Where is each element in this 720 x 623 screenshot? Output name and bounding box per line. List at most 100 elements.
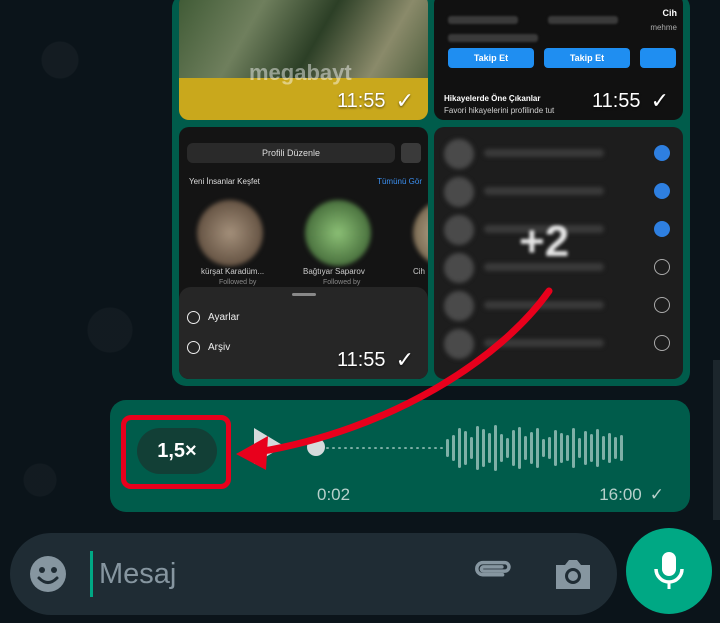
waveform-bar	[344, 447, 347, 449]
waveform-bar	[560, 433, 563, 463]
list-item	[444, 139, 676, 169]
waveform-bar	[440, 447, 443, 449]
gear-icon	[187, 311, 200, 324]
waveform-bar	[596, 429, 599, 467]
menu-item-archive: Arşiv	[187, 341, 230, 354]
waveform[interactable]	[326, 420, 623, 476]
edit-profile-button: Profili Düzenle	[187, 143, 395, 163]
followed-by: Followed by	[323, 279, 361, 286]
discover-label: Yeni İnsanlar Keşfet	[189, 177, 260, 186]
follow-buttons: Takip Et Takip Et	[448, 48, 683, 68]
waveform-bar	[350, 447, 353, 449]
waveform-bar	[422, 447, 425, 449]
seek-handle[interactable]	[307, 438, 325, 456]
waveform-bar	[476, 426, 479, 470]
voice-message[interactable]: 1,5× 0:02 16:00 ✓	[110, 400, 690, 512]
album-more-photos[interactable]: +2	[434, 127, 683, 379]
sent-tick-icon: ✓	[649, 485, 664, 504]
waveform-bar	[362, 447, 365, 449]
waveform-bar	[494, 425, 497, 471]
waveform-bar	[602, 436, 605, 460]
waveform-bar	[590, 434, 593, 462]
mic-icon	[654, 552, 684, 589]
waveform-bar	[356, 447, 359, 449]
waveform-bar	[410, 447, 413, 449]
waveform-bar	[464, 431, 467, 465]
waveform-bar	[488, 433, 491, 463]
waveform-bar	[572, 428, 575, 468]
sheet-handle	[292, 293, 316, 296]
waveform-bar	[620, 435, 623, 461]
waveform-bar	[470, 437, 473, 459]
text-cursor	[90, 551, 93, 597]
list-item	[444, 291, 676, 321]
followed-by: Followed by	[219, 279, 257, 286]
waveform-bar	[566, 435, 569, 461]
suggestion-name: Bağtıyar Saparov	[303, 267, 365, 276]
blurred-name	[548, 16, 618, 24]
camera-icon[interactable]	[552, 553, 594, 595]
blurred-name	[448, 16, 518, 24]
album-photo-2[interactable]: Cih mehme Takip Et Takip Et Hikayelerde …	[434, 0, 683, 120]
waveform-bar	[506, 438, 509, 458]
waveform-bar	[518, 427, 521, 469]
list-item	[444, 329, 676, 359]
more-count: +2	[519, 217, 570, 266]
paperclip-icon[interactable]	[472, 553, 512, 595]
waveform-bar	[548, 437, 551, 459]
check-icon	[654, 183, 670, 199]
waveform-bar	[398, 447, 401, 449]
waveform-bar	[542, 439, 545, 457]
waveform-bar	[374, 447, 377, 449]
waveform-bar	[368, 447, 371, 449]
blurred-name	[448, 34, 538, 42]
waveform-bar	[500, 434, 503, 462]
mic-button[interactable]	[626, 528, 712, 614]
suggestion-name: Cih	[662, 8, 678, 18]
message-time: 11:55 ✓	[336, 347, 414, 372]
album-photo-1[interactable]: megabayt 11:55 ✓	[179, 0, 428, 120]
circle-icon	[654, 335, 670, 351]
waveform-bar	[584, 431, 587, 465]
waveform-bar	[380, 447, 383, 449]
waveform-bar	[452, 435, 455, 461]
waveform-bar	[446, 439, 449, 457]
waveform-bar	[338, 447, 341, 449]
suggestion-name: kürşat Karadüm...	[201, 267, 265, 276]
scrollbar[interactable]	[713, 360, 720, 520]
see-all-link: Tümünü Gör	[377, 177, 422, 186]
waveform-bar	[326, 447, 329, 449]
waveform-bar	[386, 447, 389, 449]
menu-item-settings: Ayarlar	[187, 311, 240, 324]
waveform-bar	[554, 430, 557, 466]
waveform-bar	[530, 432, 533, 464]
waveform-bar	[482, 429, 485, 467]
album-photo-3[interactable]: Profili Düzenle Yeni İnsanlar Keşfet Tüm…	[179, 127, 428, 379]
waveform-bar	[392, 447, 395, 449]
message-time: 11:55 ✓	[336, 88, 414, 113]
message-input[interactable]	[99, 551, 399, 597]
waveform-bar	[536, 428, 539, 468]
suggestion-avatar	[413, 200, 428, 266]
waveform-bar	[428, 447, 431, 449]
suggestion-avatar	[305, 200, 371, 266]
follow-button: Takip Et	[544, 48, 630, 68]
emoji-icon[interactable]	[28, 554, 68, 594]
play-icon[interactable]	[248, 424, 288, 468]
history-icon	[187, 341, 200, 354]
check-icon	[654, 145, 670, 161]
follow-button-partial	[640, 48, 676, 68]
playback-speed-button[interactable]: 1,5×	[137, 428, 217, 474]
elapsed-time: 0:02	[317, 485, 351, 504]
waveform-bar	[434, 447, 437, 449]
waveform-bar	[512, 430, 515, 466]
highlights-subtitle: Favori hikayelerini profilinde tut	[444, 106, 555, 115]
waveform-bar	[458, 428, 461, 468]
waveform-bar	[332, 447, 335, 449]
message-time: 16:00 ✓	[599, 485, 664, 504]
waveform-bar	[578, 438, 581, 458]
read-tick-icon: ✓	[650, 88, 669, 113]
waveform-bar	[404, 447, 407, 449]
suggestion-name: Cih	[413, 267, 426, 276]
album-message[interactable]: megabayt 11:55 ✓ Cih mehme Takip Et Taki…	[172, 0, 690, 386]
